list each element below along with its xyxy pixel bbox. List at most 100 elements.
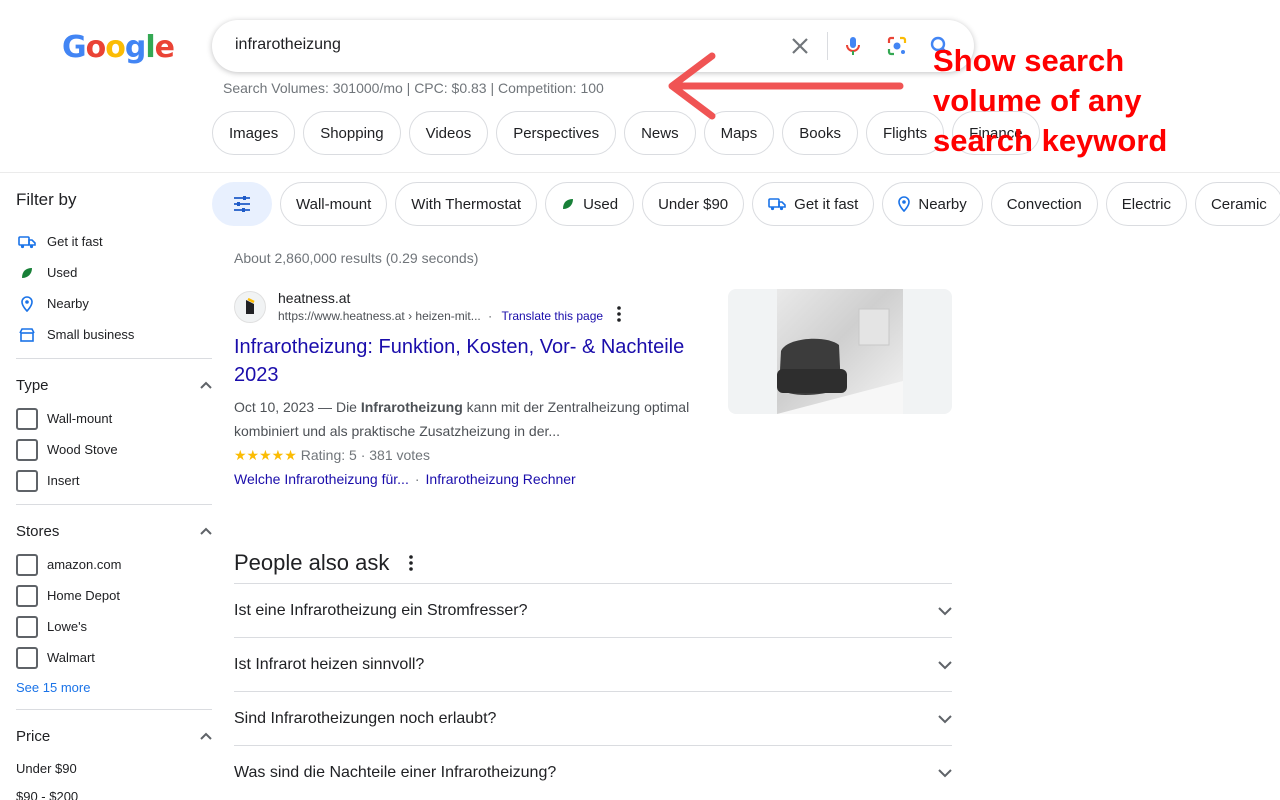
logo-letter-g: G <box>62 30 87 65</box>
more-options-icon[interactable] <box>409 555 414 571</box>
filter-label: Get it fast <box>47 234 103 249</box>
result-sitelinks: Welche Infrarotheizung für... · Infrarot… <box>234 467 704 491</box>
translate-link[interactable]: Translate this page <box>501 309 603 323</box>
checkbox[interactable] <box>16 646 38 669</box>
chip-convection[interactable]: Convection <box>990 182 1098 226</box>
paa-question[interactable]: Was sind die Nachteile einer Infrarothei… <box>234 745 952 799</box>
search-input[interactable]: infrarotheizung <box>235 36 341 54</box>
chip-get-it-fast[interactable]: Get it fast <box>752 182 875 226</box>
chevron-down-icon <box>938 768 952 777</box>
price-option[interactable]: Under $90 <box>16 754 212 782</box>
stores-label: Stores <box>16 522 60 540</box>
truck-icon <box>768 198 786 211</box>
question-text: Ist Infrarot heizen sinnvoll? <box>234 655 425 673</box>
filter-nearby[interactable]: Nearby <box>16 288 212 319</box>
search-volume-info: Search Volumes: 301000/mo | CPC: $0.83 |… <box>223 80 604 96</box>
sitelink[interactable]: Welche Infrarotheizung für... <box>234 471 409 487</box>
paa-header: People also ask <box>234 543 952 583</box>
result-snippet: Oct 10, 2023 — Die Infrarotheizung kann … <box>234 395 704 443</box>
result-title-link[interactable]: Infrarotheizung: Funktion, Kosten, Vor- … <box>234 333 704 389</box>
sitelink-separator: · <box>414 471 420 487</box>
more-options-icon[interactable] <box>617 305 621 322</box>
paa-question[interactable]: Ist Infrarot heizen sinnvoll? <box>234 637 952 691</box>
checkbox[interactable] <box>16 438 38 461</box>
thumbnail-image <box>777 289 903 414</box>
star-rating-icon: ★★★★★ <box>234 446 297 463</box>
checkbox[interactable] <box>16 615 38 638</box>
option-label: Wood Stove <box>47 442 118 457</box>
option-label: Insert <box>47 473 80 488</box>
chip-label: Used <box>583 195 619 213</box>
price-option[interactable]: $90 - $200 <box>16 782 212 800</box>
chip-electric[interactable]: Electric <box>1105 182 1187 226</box>
chip-wall-mount[interactable]: Wall-mount <box>280 182 388 226</box>
tab-images[interactable]: Images <box>212 111 296 155</box>
logo-letter-o1: o <box>85 30 107 65</box>
type-option[interactable]: Wall-mount <box>16 403 212 434</box>
tab-shopping[interactable]: Shopping <box>303 111 401 155</box>
leaf-icon <box>16 262 38 284</box>
store-option[interactable]: amazon.com <box>16 549 212 580</box>
chip-label: Nearby <box>918 195 967 213</box>
filter-label: Nearby <box>47 296 89 311</box>
sitelink[interactable]: Infrarotheizung Rechner <box>426 471 576 487</box>
chip-used[interactable]: Used <box>545 182 635 226</box>
tab-perspectives[interactable]: Perspectives <box>496 111 617 155</box>
site-favicon-icon <box>234 290 266 323</box>
filter-title: Filter by <box>16 190 77 209</box>
chip-label: Convection <box>1006 195 1082 213</box>
url-separator: · <box>488 309 493 323</box>
chip-under-90[interactable]: Under $90 <box>642 182 745 226</box>
annotation-line-1: Show search <box>933 43 1125 78</box>
site-url: https://www.heatness.at › heizen-mit... <box>278 309 481 323</box>
filter-label: Small business <box>47 327 135 342</box>
paa-list: Ist eine Infrarotheizung ein Stromfresse… <box>234 583 952 799</box>
checkbox[interactable] <box>16 407 38 430</box>
result-rating: ★★★★★ Rating: 5 · 381 votes <box>234 443 704 467</box>
filters-chip[interactable] <box>212 182 272 226</box>
checkbox[interactable] <box>16 469 38 492</box>
annotation-line-2: volume of any <box>933 83 1142 118</box>
stores-section-header[interactable]: Stores <box>16 517 212 545</box>
filter-get-it-fast[interactable]: Get it fast <box>16 226 212 257</box>
google-logo[interactable]: Google <box>62 30 175 66</box>
see-more-stores-link[interactable]: See 15 more <box>16 673 212 701</box>
question-text: Sind Infrarotheizungen noch erlaubt? <box>234 709 497 727</box>
chip-ceramic[interactable]: Ceramic <box>1194 182 1280 226</box>
chip-with-thermostat[interactable]: With Thermostat <box>395 182 538 226</box>
store-option[interactable]: Home Depot <box>16 580 212 611</box>
paa-question[interactable]: Sind Infrarotheizungen noch erlaubt? <box>234 691 952 745</box>
chip-label: Electric <box>1121 195 1171 213</box>
logo-letter-g2: g <box>124 30 147 65</box>
filter-small-business[interactable]: Small business <box>16 319 212 350</box>
option-label: Wall-mount <box>47 411 113 426</box>
paa-question[interactable]: Ist eine Infrarotheizung ein Stromfresse… <box>234 583 952 637</box>
chevron-up-icon <box>200 732 212 740</box>
sidebar-divider <box>16 358 212 359</box>
filter-label: Used <box>47 265 78 280</box>
filter-used[interactable]: Used <box>16 257 212 288</box>
result-date: Oct 10, 2023 — <box>234 399 333 415</box>
type-option[interactable]: Insert <box>16 465 212 496</box>
tune-icon <box>234 196 250 212</box>
result-stats: About 2,860,000 results (0.29 seconds) <box>234 250 479 266</box>
type-section-header[interactable]: Type <box>16 371 212 399</box>
annotation-text: Show search volume of any search keyword <box>933 41 1273 161</box>
chip-label: Under $90 <box>658 195 729 213</box>
refinement-chips: Wall-mount With Thermostat Used Under $9… <box>212 182 1280 226</box>
checkbox[interactable] <box>16 553 38 576</box>
checkbox[interactable] <box>16 584 38 607</box>
location-pin-icon <box>16 293 38 315</box>
type-option[interactable]: Wood Stove <box>16 434 212 465</box>
result-thumbnail[interactable] <box>728 289 952 414</box>
chip-nearby[interactable]: Nearby <box>882 182 983 226</box>
store-option[interactable]: Walmart <box>16 642 212 673</box>
rating-text: Rating: 5 · 381 votes <box>300 447 430 463</box>
result-source[interactable]: heatness.at https://www.heatness.at › he… <box>234 290 704 323</box>
tab-videos[interactable]: Videos <box>408 111 489 155</box>
people-also-ask: People also ask Ist eine Infrarotheizung… <box>234 543 952 799</box>
snippet-text-pre: Die <box>335 399 357 415</box>
price-section-header[interactable]: Price <box>16 722 212 750</box>
chevron-down-icon <box>938 714 952 723</box>
store-option[interactable]: Lowe's <box>16 611 212 642</box>
